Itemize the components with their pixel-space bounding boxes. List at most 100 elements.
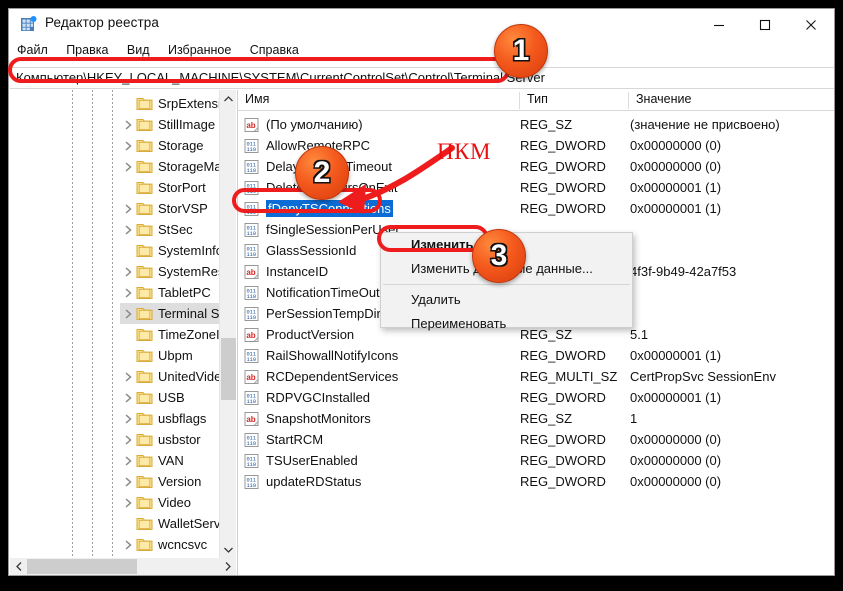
tree-scroll-thumb[interactable] bbox=[221, 338, 236, 400]
column-header-type[interactable]: Тип bbox=[527, 92, 548, 106]
tree-horizontal-scrollbar[interactable] bbox=[10, 558, 236, 575]
value-row[interactable]: 011 110 StartRCM REG_DWORD 0x00000000 (0) bbox=[238, 429, 834, 450]
tree-item-version[interactable]: Version bbox=[120, 471, 201, 492]
value-type: REG_DWORD bbox=[520, 453, 606, 468]
folder-icon bbox=[136, 454, 153, 468]
value-type: REG_DWORD bbox=[520, 432, 606, 447]
value-row[interactable]: ab RCDependentServices REG_MULTI_SZ CertPro… bbox=[238, 366, 834, 387]
annotation-badge-2: 2 bbox=[295, 146, 349, 200]
tree-vertical-scrollbar[interactable] bbox=[219, 90, 236, 558]
binary-icon: 011 110 bbox=[244, 138, 260, 153]
value-name: InstanceID bbox=[266, 264, 329, 279]
annotation-label-pkm: ПКМ bbox=[437, 139, 491, 164]
value-row[interactable]: 011 110 RDPVGCInstalled REG_DWORD 0x00000001… bbox=[238, 387, 834, 408]
chevron-right-icon[interactable] bbox=[120, 371, 136, 382]
ab-string-icon: ab bbox=[244, 411, 260, 426]
chevron-right-icon[interactable] bbox=[120, 413, 136, 424]
chevron-right-icon[interactable] bbox=[120, 161, 136, 172]
close-button[interactable] bbox=[788, 9, 834, 40]
tree-item-wcncsvc[interactable]: wcncsvc bbox=[120, 534, 207, 555]
tree-item-unitedvideo[interactable]: UnitedVideo bbox=[120, 366, 229, 387]
tree-item-tabletpc[interactable]: TabletPC bbox=[120, 282, 211, 303]
folder-icon bbox=[136, 349, 153, 363]
binary-icon: 011 110 bbox=[244, 432, 260, 447]
column-header-value[interactable]: Значение bbox=[636, 92, 691, 106]
tree-item-label: StorPort bbox=[158, 180, 206, 195]
binary-icon: 011 110 bbox=[244, 243, 260, 258]
folder-icon bbox=[136, 496, 153, 510]
tree-item-label: UnitedVideo bbox=[158, 369, 229, 384]
value-data: 0x00000001 (1) bbox=[630, 180, 722, 195]
minimize-button[interactable] bbox=[696, 9, 742, 40]
folder-icon bbox=[136, 97, 153, 111]
column-divider[interactable] bbox=[628, 92, 629, 109]
tree-hscroll-thumb[interactable] bbox=[27, 559, 137, 574]
chevron-right-icon[interactable] bbox=[120, 434, 136, 445]
value-name: SnapshotMonitors bbox=[266, 411, 371, 426]
chevron-right-icon[interactable] bbox=[120, 140, 136, 151]
column-divider[interactable] bbox=[519, 92, 520, 109]
chevron-right-icon[interactable] bbox=[120, 476, 136, 487]
value-type: REG_DWORD bbox=[520, 159, 606, 174]
svg-text:110: 110 bbox=[246, 252, 256, 258]
chevron-right-icon[interactable] bbox=[120, 455, 136, 466]
svg-text:110: 110 bbox=[246, 231, 256, 237]
chevron-right-icon[interactable] bbox=[120, 497, 136, 508]
value-row[interactable]: 011 110 RailShowallNotifyIcons REG_DWORD 0x0… bbox=[238, 345, 834, 366]
value-name: RailShowallNotifyIcons bbox=[266, 348, 399, 363]
binary-icon: 011 110 bbox=[244, 390, 260, 405]
tree-item-ubpm[interactable]: Ubpm bbox=[120, 345, 193, 366]
value-data: (значение не присвоено) bbox=[630, 117, 780, 132]
value-type: REG_DWORD bbox=[520, 348, 606, 363]
tree-item-storvsp[interactable]: StorVSP bbox=[120, 198, 208, 219]
chevron-right-icon[interactable] bbox=[120, 224, 136, 235]
chevron-right-icon[interactable] bbox=[120, 308, 136, 319]
svg-text:110: 110 bbox=[246, 441, 256, 447]
value-row[interactable]: ab SnapshotMonitors REG_SZ 1 bbox=[238, 408, 834, 429]
value-row[interactable]: ab (По умолчанию) REG_SZ (значение не присв… bbox=[238, 114, 834, 135]
tree-item-usbflags[interactable]: usbflags bbox=[120, 408, 206, 429]
tree-item-stsec[interactable]: StSec bbox=[120, 219, 193, 240]
chevron-right-icon[interactable] bbox=[120, 539, 136, 550]
ab-string-icon: ab bbox=[244, 327, 260, 342]
svg-text:ab: ab bbox=[246, 373, 255, 382]
context-menu-item-rename[interactable]: Переименовать bbox=[381, 312, 632, 336]
value-row[interactable]: 011 110 TSUserEnabled REG_DWORD 0x00000000 (… bbox=[238, 450, 834, 471]
chevron-right-icon[interactable] bbox=[120, 287, 136, 298]
svg-text:110: 110 bbox=[246, 483, 256, 489]
value-name: (По умолчанию) bbox=[266, 117, 363, 132]
folder-icon bbox=[136, 160, 153, 174]
chevron-right-icon[interactable] bbox=[120, 203, 136, 214]
maximize-button[interactable] bbox=[742, 9, 788, 40]
chevron-right-icon[interactable] bbox=[120, 119, 136, 130]
scroll-up-icon[interactable] bbox=[220, 90, 236, 107]
scroll-down-icon[interactable] bbox=[220, 541, 236, 558]
value-name: ProductVersion bbox=[266, 327, 355, 342]
tree-item-stillimage[interactable]: StillImage bbox=[120, 114, 215, 135]
tree-item-video[interactable]: Video bbox=[120, 492, 191, 513]
chevron-right-icon[interactable] bbox=[120, 266, 136, 277]
folder-icon bbox=[136, 286, 153, 300]
value-data: CertPropSvc SessionEnv bbox=[630, 369, 776, 384]
chevron-right-icon[interactable] bbox=[120, 392, 136, 403]
binary-icon: 011 110 bbox=[244, 285, 260, 300]
context-menu-item-delete[interactable]: Удалить bbox=[381, 288, 632, 312]
tree-item-storport[interactable]: StorPort bbox=[120, 177, 206, 198]
tree-item-van[interactable]: VAN bbox=[120, 450, 184, 471]
svg-text:110: 110 bbox=[246, 168, 256, 174]
scroll-right-icon[interactable] bbox=[219, 558, 236, 575]
tree-item-usb[interactable]: USB bbox=[120, 387, 185, 408]
value-type: REG_DWORD bbox=[520, 180, 606, 195]
folder-icon bbox=[136, 328, 153, 342]
ab-string-icon: ab bbox=[244, 264, 260, 279]
column-header-name[interactable]: Имя bbox=[245, 92, 269, 106]
tree-guide-line bbox=[72, 90, 73, 575]
tree-item-usbstor[interactable]: usbstor bbox=[120, 429, 201, 450]
ab-string-icon: ab bbox=[244, 369, 260, 384]
value-name: NotificationTimeOut bbox=[266, 285, 380, 300]
value-row[interactable]: 011 110 updateRDStatus REG_DWORD 0x00000000 … bbox=[238, 471, 834, 492]
tree-item-label: Version bbox=[158, 474, 202, 489]
scroll-left-icon[interactable] bbox=[10, 558, 27, 575]
registry-tree[interactable]: SrpExtensionCStillImageStorageStorageMan… bbox=[10, 90, 236, 575]
tree-item-storage[interactable]: Storage bbox=[120, 135, 204, 156]
